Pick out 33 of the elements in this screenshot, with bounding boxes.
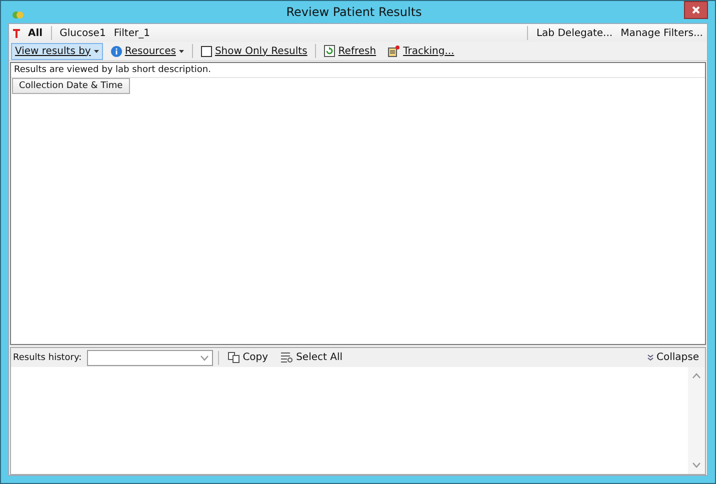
- filter-tab[interactable]: Glucose1: [60, 28, 106, 38]
- close-button[interactable]: [684, 1, 708, 19]
- filter-tab[interactable]: Filter_1: [114, 28, 150, 38]
- select-all-icon: [281, 352, 294, 363]
- caret-icon: [178, 50, 184, 52]
- caret-icon: [94, 50, 99, 52]
- double-chevron-icon: [646, 354, 654, 361]
- select-all-button[interactable]: Select All: [277, 349, 347, 366]
- column-header[interactable]: Collection Date & Time: [12, 78, 130, 94]
- scrollbar[interactable]: [688, 367, 705, 474]
- filter-action-link[interactable]: Lab Delegate...: [536, 28, 613, 38]
- results-history-dropdown[interactable]: [86, 350, 213, 366]
- chevron-down-icon[interactable]: [200, 354, 209, 360]
- info-icon: [110, 46, 122, 56]
- filter-icon: [13, 28, 20, 38]
- toolbar-button[interactable]: Refresh: [320, 42, 380, 60]
- toolbar-button[interactable]: Tracking...: [384, 42, 458, 60]
- filter-action-link[interactable]: Manage Filters...: [620, 28, 703, 38]
- refresh-icon: [324, 45, 336, 57]
- close-icon: [692, 6, 700, 14]
- copy-button[interactable]: Copy: [224, 349, 272, 366]
- dropdown-button[interactable]: View results by: [11, 42, 103, 60]
- scroll-down-icon[interactable]: [692, 462, 701, 468]
- window-title: Review Patient Results: [285, 5, 423, 19]
- app-icon: [12, 9, 24, 19]
- dropdown-button[interactable]: Resources: [106, 42, 188, 60]
- collapse-button[interactable]: Collapse: [642, 349, 703, 366]
- show-only-results-checkbox[interactable]: Show Only Results: [196, 42, 312, 60]
- results-history-label: Results history:: [13, 352, 82, 362]
- scroll-up-icon[interactable]: [692, 373, 701, 379]
- copy-icon: [228, 352, 240, 363]
- tracking-icon: [388, 45, 400, 57]
- filter-tab[interactable]: All: [28, 28, 43, 38]
